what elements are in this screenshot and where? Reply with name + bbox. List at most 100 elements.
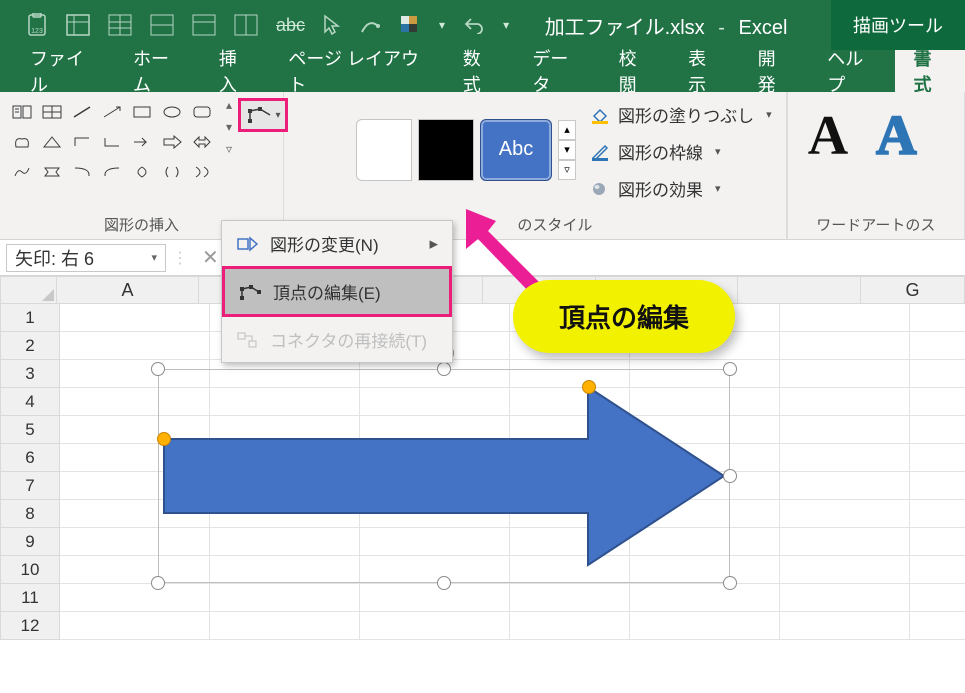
cell[interactable] bbox=[910, 332, 965, 360]
row-header[interactable]: 3 bbox=[0, 360, 60, 388]
menu-edit-points[interactable]: 頂点の編集(E) bbox=[222, 266, 452, 317]
wordart-sample-fill[interactable]: A bbox=[808, 104, 848, 168]
cell[interactable] bbox=[910, 556, 965, 584]
tab-formulas[interactable]: 数式 bbox=[445, 50, 515, 92]
resize-handle[interactable] bbox=[723, 362, 737, 376]
row-header[interactable]: 12 bbox=[0, 612, 60, 640]
cell[interactable] bbox=[780, 444, 910, 472]
row-header[interactable]: 5 bbox=[0, 416, 60, 444]
style-sample-blue[interactable]: Abc bbox=[480, 119, 552, 181]
resize-handle[interactable] bbox=[151, 576, 165, 590]
strikethrough-icon[interactable]: abc bbox=[276, 15, 305, 36]
cell[interactable] bbox=[780, 304, 910, 332]
adjust-handle[interactable] bbox=[582, 380, 596, 394]
cell[interactable] bbox=[780, 332, 910, 360]
cell[interactable] bbox=[780, 360, 910, 388]
name-box[interactable]: 矢印: 右 6 ▾ bbox=[6, 244, 166, 272]
resize-handle[interactable] bbox=[437, 576, 451, 590]
quick-access-toolbar[interactable]: 123 abc ▾ ▾ bbox=[8, 13, 509, 37]
pivot-icon[interactable] bbox=[66, 14, 90, 36]
tab-review[interactable]: 校閲 bbox=[601, 50, 671, 92]
cell[interactable] bbox=[780, 500, 910, 528]
cell[interactable] bbox=[910, 444, 965, 472]
tab-developer[interactable]: 開発 bbox=[740, 50, 810, 92]
shape-effects-button[interactable]: 図形の効果▾ bbox=[590, 176, 772, 201]
cursor-icon[interactable] bbox=[323, 14, 341, 36]
cell[interactable] bbox=[780, 416, 910, 444]
cell[interactable] bbox=[60, 584, 210, 612]
tab-help[interactable]: ヘルプ bbox=[809, 50, 895, 92]
cell[interactable] bbox=[910, 584, 965, 612]
cell[interactable] bbox=[510, 584, 630, 612]
style-sample-outline[interactable] bbox=[356, 119, 412, 181]
cell[interactable] bbox=[780, 612, 910, 640]
cell[interactable] bbox=[910, 500, 965, 528]
row-header[interactable]: 1 bbox=[0, 304, 60, 332]
col-header-A[interactable]: A bbox=[57, 276, 199, 304]
cell[interactable] bbox=[780, 388, 910, 416]
row-header[interactable]: 8 bbox=[0, 500, 60, 528]
select-all-corner[interactable] bbox=[0, 276, 57, 304]
resize-handle[interactable] bbox=[437, 362, 451, 376]
resize-handle[interactable] bbox=[151, 362, 165, 376]
cell[interactable] bbox=[210, 584, 360, 612]
col-header-F[interactable] bbox=[738, 276, 861, 304]
cell[interactable] bbox=[780, 556, 910, 584]
cell[interactable] bbox=[60, 332, 210, 360]
tab-home[interactable]: ホーム bbox=[115, 50, 201, 92]
tab-data[interactable]: データ bbox=[514, 50, 600, 92]
cell[interactable] bbox=[630, 584, 780, 612]
cell[interactable] bbox=[510, 612, 630, 640]
namebox-dropdown-icon[interactable]: ▾ bbox=[151, 251, 157, 264]
cell[interactable] bbox=[910, 304, 965, 332]
row-header[interactable]: 7 bbox=[0, 472, 60, 500]
cell[interactable] bbox=[910, 388, 965, 416]
draw-icon[interactable] bbox=[359, 14, 381, 36]
cancel-formula-icon[interactable]: ✕ bbox=[202, 245, 219, 270]
cell[interactable] bbox=[630, 612, 780, 640]
undo-icon[interactable] bbox=[463, 16, 485, 34]
merge2-icon[interactable] bbox=[192, 14, 216, 36]
row-header[interactable]: 6 bbox=[0, 444, 60, 472]
gallery-up-icon[interactable]: ▴ bbox=[558, 120, 576, 140]
row-header[interactable]: 10 bbox=[0, 556, 60, 584]
cell[interactable] bbox=[360, 612, 510, 640]
cell[interactable] bbox=[910, 472, 965, 500]
cell[interactable] bbox=[910, 416, 965, 444]
paste-icon[interactable]: 123 bbox=[26, 13, 48, 37]
shapes-gallery[interactable] bbox=[8, 98, 216, 186]
cell[interactable] bbox=[780, 528, 910, 556]
tab-page-layout[interactable]: ページ レイアウト bbox=[270, 50, 444, 92]
cell[interactable] bbox=[210, 612, 360, 640]
style-sample-black[interactable] bbox=[418, 119, 474, 181]
resize-handle[interactable] bbox=[723, 576, 737, 590]
qat-dropdown-icon[interactable]: ▾ bbox=[439, 18, 445, 32]
gallery-down-icon[interactable]: ▾ bbox=[558, 140, 576, 160]
menu-change-shape[interactable]: 図形の変更(N) bbox=[222, 221, 452, 266]
wordart-sample-outline[interactable]: A bbox=[876, 104, 916, 168]
tab-insert[interactable]: 挿入 bbox=[201, 50, 271, 92]
row-header[interactable]: 11 bbox=[0, 584, 60, 612]
cell[interactable] bbox=[910, 528, 965, 556]
cell[interactable] bbox=[910, 612, 965, 640]
selected-arrow-shape[interactable] bbox=[158, 369, 730, 583]
row-header[interactable]: 9 bbox=[0, 528, 60, 556]
tab-view[interactable]: 表示 bbox=[670, 50, 740, 92]
row-header[interactable]: 4 bbox=[0, 388, 60, 416]
merge-icon[interactable] bbox=[150, 14, 174, 36]
merge3-icon[interactable] bbox=[234, 14, 258, 36]
edit-shape-button[interactable]: ▾ bbox=[238, 98, 288, 132]
row-header[interactable]: 2 bbox=[0, 332, 60, 360]
cell[interactable] bbox=[60, 304, 210, 332]
color-picker-icon[interactable] bbox=[399, 14, 421, 36]
tab-format[interactable]: 書式 bbox=[895, 50, 965, 92]
shape-outline-button[interactable]: 図形の枠線▾ bbox=[590, 139, 772, 164]
cell[interactable] bbox=[780, 584, 910, 612]
cell[interactable] bbox=[910, 360, 965, 388]
arrow-shape-polygon[interactable] bbox=[164, 387, 724, 565]
shape-fill-button[interactable]: 図形の塗りつぶし▾ bbox=[590, 102, 772, 127]
tab-file[interactable]: ファイル bbox=[12, 50, 115, 92]
gallery-more-icon[interactable]: ▿ bbox=[558, 160, 576, 180]
cell[interactable] bbox=[360, 584, 510, 612]
resize-handle[interactable] bbox=[723, 469, 737, 483]
